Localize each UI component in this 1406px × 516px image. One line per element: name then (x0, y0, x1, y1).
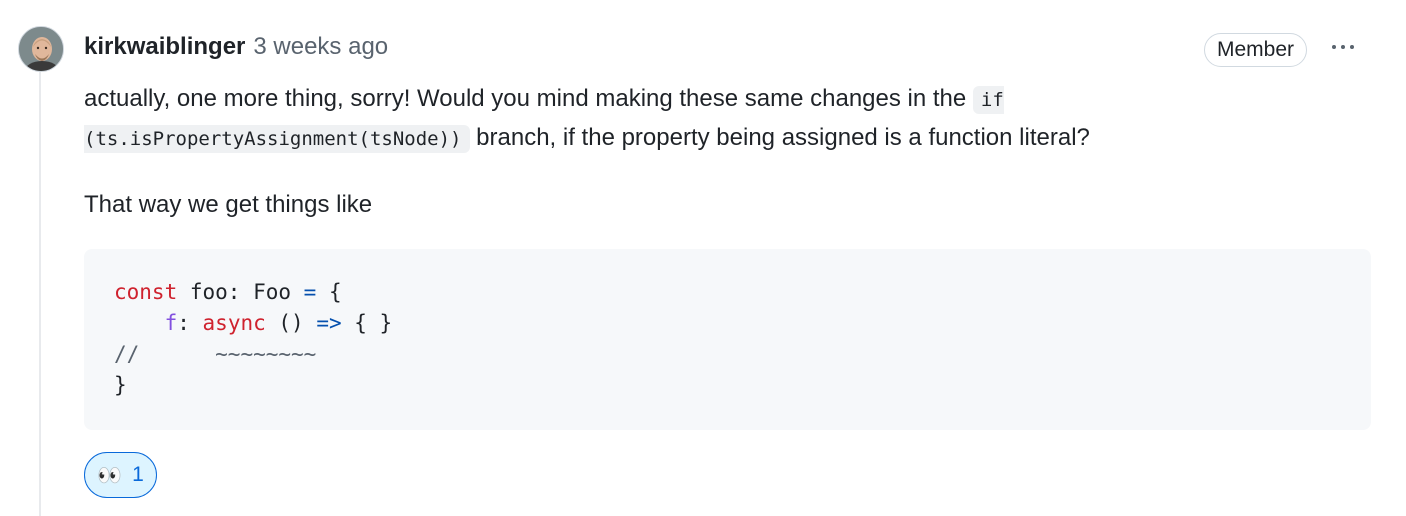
paragraph-text: actually, one more thing, sorry! Would y… (84, 85, 973, 112)
reaction-button[interactable]: 👀 1 (84, 452, 157, 498)
code-text: { (316, 280, 342, 304)
kebab-dot (1350, 45, 1354, 49)
avatar-photo-icon (19, 27, 63, 71)
thread-timeline-line (39, 72, 41, 516)
code-text: : (177, 311, 203, 335)
comment-body: actually, one more thing, sorry! Would y… (84, 80, 1374, 224)
code-keyword: async (202, 311, 266, 335)
kebab-dot (1341, 45, 1345, 49)
avatar[interactable] (18, 26, 64, 72)
author-name[interactable]: kirkwaiblinger (84, 33, 245, 61)
comment-timestamp[interactable]: 3 weeks ago (253, 33, 388, 61)
code-text: foo: Foo (177, 280, 304, 304)
code-keyword: const (114, 280, 178, 304)
code-text: () (265, 311, 317, 335)
comment-paragraph: That way we get things like (84, 191, 373, 218)
reaction-count: 1 (132, 463, 144, 486)
code-line: f: async () => { } (114, 308, 1341, 339)
kebab-dot (1332, 45, 1336, 49)
comment-paragraph: actually, one more thing, sorry! Would y… (84, 80, 1284, 158)
paragraph-text: branch, if the property being assigned i… (469, 124, 1090, 151)
code-text: { } (341, 311, 393, 335)
code-operator: = (303, 280, 317, 304)
code-line: // ~~~~~~~~ (114, 339, 1341, 370)
eyes-icon: 👀 (97, 464, 123, 487)
code-comment-squiggle: ~~~~~~~~ (215, 342, 317, 366)
code-comment: // (114, 342, 140, 366)
comment-options-button[interactable] (1326, 32, 1360, 62)
code-block: const foo: Foo = { f: async () => { }// … (84, 249, 1371, 430)
code-property: f (164, 311, 178, 335)
code-line: const foo: Foo = { (114, 277, 1341, 308)
member-badge: Member (1204, 33, 1308, 67)
code-operator: => (316, 311, 342, 335)
code-line: } (114, 373, 127, 397)
comment-header: kirkwaiblinger 3 weeks ago (84, 30, 388, 64)
